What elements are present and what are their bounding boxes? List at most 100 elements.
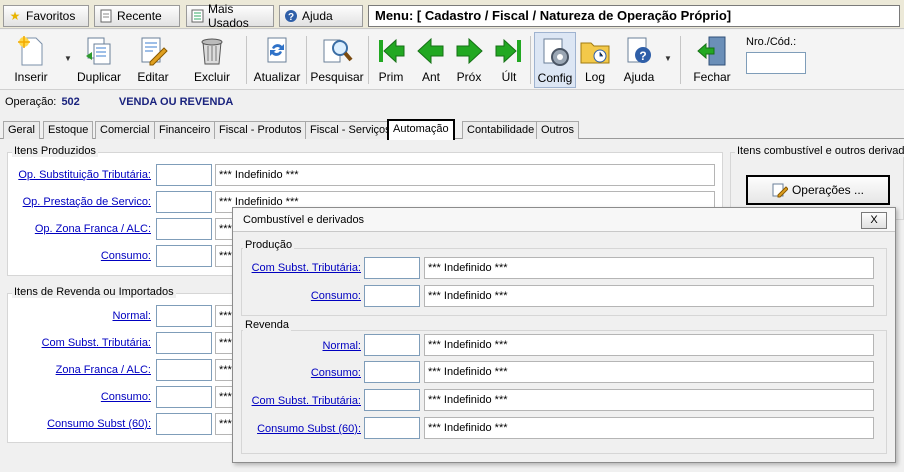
op-prestacao-link[interactable]: Op. Prestação de Servico: — [10, 196, 151, 208]
revenda-com-subst-link[interactable]: Com Subst. Tributária: — [241, 395, 361, 407]
tab-fiscal-servicos[interactable]: Fiscal - Serviços — [305, 121, 396, 139]
ajuda-toolbar-label: Ajuda — [623, 70, 655, 84]
ult-label: Últ — [501, 70, 517, 84]
inserir-label: Inserir — [14, 70, 48, 84]
operation-number: 502 — [61, 96, 80, 108]
tab-fiscal-produtos[interactable]: Fiscal - Produtos — [214, 121, 307, 139]
zona-franca-revenda-code-input[interactable] — [156, 359, 212, 381]
ajuda-top-label: Ajuda — [302, 9, 333, 23]
revenda-normal-code-input[interactable] — [364, 334, 420, 356]
revenda-consumo-code-input[interactable] — [364, 361, 420, 383]
consumo-subst-revenda-link[interactable]: Consumo Subst (60): — [10, 418, 151, 430]
producao-consumo-description: *** Indefinido *** — [424, 285, 874, 307]
op-substituicao-link[interactable]: Op. Substituição Tributária: — [10, 169, 151, 181]
excluir-button[interactable]: Excluir — [190, 32, 234, 88]
consumo-revenda-code-input[interactable] — [156, 386, 212, 408]
favoritos-button[interactable]: ★ Favoritos — [3, 5, 89, 27]
producao-com-subst-link[interactable]: Com Subst. Tributária: — [241, 262, 361, 274]
op-zona-franca-link[interactable]: Op. Zona Franca / ALC: — [10, 223, 151, 235]
operation-name: VENDA OU REVENDA — [118, 96, 234, 108]
tab-geral[interactable]: Geral — [3, 121, 40, 139]
recent-document-icon — [99, 9, 113, 23]
prox-button[interactable]: Próx — [452, 32, 486, 88]
inserir-button[interactable]: Inserir — [10, 32, 52, 88]
edit-pencil-icon — [772, 183, 788, 198]
nro-cod-input[interactable] — [746, 52, 806, 74]
tab-outros[interactable]: Outros — [536, 121, 580, 139]
last-record-icon — [495, 38, 521, 64]
recente-label: Recente — [117, 9, 162, 23]
fechar-label: Fechar — [693, 70, 731, 84]
tab-automacao[interactable]: Automação — [387, 119, 455, 140]
refresh-icon — [267, 37, 287, 63]
menu-title: Menu: [ Cadastro / Fiscal / Natureza de … — [368, 5, 900, 27]
toolbar-separator — [246, 36, 247, 84]
zona-franca-revenda-link[interactable]: Zona Franca / ALC: — [10, 364, 151, 376]
prox-label: Próx — [456, 70, 482, 84]
revenda-consumo-description: *** Indefinido *** — [424, 361, 874, 383]
op-prestacao-code-input[interactable] — [156, 191, 212, 213]
atualizar-button[interactable]: Atualizar — [254, 32, 300, 88]
new-document-icon — [18, 36, 43, 66]
revenda-consumo-subst-code-input[interactable] — [364, 417, 420, 439]
pesquisar-button[interactable]: Pesquisar — [310, 32, 364, 88]
ult-button[interactable]: Últ — [492, 32, 526, 88]
close-button[interactable]: X — [861, 212, 887, 229]
prim-button[interactable]: Prim — [374, 32, 408, 88]
toolbar-separator — [306, 36, 307, 84]
consumo-produzidos-code-input[interactable] — [156, 245, 212, 267]
itens-produzidos-title: Itens Produzidos — [12, 145, 98, 157]
operacoes-button[interactable]: Operações ... — [746, 175, 890, 205]
revenda-com-subst-code-input[interactable] — [364, 389, 420, 411]
inserir-dropdown-icon[interactable]: ▼ — [64, 54, 72, 63]
revenda-consumo-subst-description: *** Indefinido *** — [424, 417, 874, 439]
mais-usados-label: Mais Usados — [208, 2, 249, 30]
revenda-consumo-subst-link[interactable]: Consumo Subst (60): — [241, 423, 361, 435]
mais-usados-button[interactable]: Mais Usados — [186, 2, 274, 30]
log-button[interactable]: Log — [578, 32, 612, 88]
recente-button[interactable]: Recente — [94, 5, 180, 27]
editar-button[interactable]: Editar — [132, 32, 174, 88]
ajuda-top-button[interactable]: ? Ajuda — [279, 5, 363, 27]
trash-icon — [201, 38, 223, 65]
tab-contabilidade[interactable]: Contabilidade — [462, 121, 540, 139]
config-button[interactable]: Config — [534, 32, 576, 88]
tab-financeiro[interactable]: Financeiro — [154, 121, 216, 139]
op-zona-franca-code-input[interactable] — [156, 218, 212, 240]
op-substituicao-code-input[interactable] — [156, 164, 212, 186]
svg-text:?: ? — [639, 49, 646, 63]
ant-button[interactable]: Ant — [414, 32, 448, 88]
excluir-label: Excluir — [193, 70, 230, 84]
config-gear-icon — [543, 38, 569, 66]
consumo-revenda-link[interactable]: Consumo: — [10, 391, 151, 403]
help-icon: ? — [284, 9, 298, 23]
tab-bar: Geral Estoque Comercial Financeiro Fisca… — [0, 119, 904, 140]
normal-revenda-link[interactable]: Normal: — [10, 310, 151, 322]
first-record-icon — [379, 38, 405, 64]
nro-cod-label: Nro./Cód.: — [746, 36, 797, 48]
revenda-title: Revenda — [243, 319, 292, 331]
ajuda-dropdown-icon[interactable]: ▼ — [664, 54, 672, 63]
operacoes-label: Operações ... — [791, 183, 865, 197]
producao-com-subst-code-input[interactable] — [364, 257, 420, 279]
consumo-produzidos-link[interactable]: Consumo: — [10, 250, 151, 262]
normal-revenda-code-input[interactable] — [156, 305, 212, 327]
ajuda-toolbar-button[interactable]: ? Ajuda — [620, 32, 658, 88]
com-subst-revenda-code-input[interactable] — [156, 332, 212, 354]
producao-consumo-link[interactable]: Consumo: — [241, 290, 361, 302]
log-folder-icon — [580, 42, 610, 64]
tab-comercial[interactable]: Comercial — [95, 121, 155, 139]
top-bar: ★ Favoritos Recente Mais Usados ? Ajuda … — [0, 0, 904, 30]
combustivel-title: Itens combustível e outros derivad — [735, 145, 904, 157]
com-subst-revenda-link[interactable]: Com Subst. Tributária: — [10, 337, 151, 349]
prim-label: Prim — [378, 70, 404, 84]
fechar-button[interactable]: Fechar — [690, 32, 734, 88]
revenda-normal-link[interactable]: Normal: — [241, 340, 361, 352]
revenda-normal-description: *** Indefinido *** — [424, 334, 874, 356]
producao-consumo-code-input[interactable] — [364, 285, 420, 307]
consumo-subst-revenda-code-input[interactable] — [156, 413, 212, 435]
duplicar-button[interactable]: Duplicar — [76, 32, 122, 88]
revenda-consumo-link[interactable]: Consumo: — [241, 367, 361, 379]
next-record-icon — [456, 37, 483, 65]
tab-estoque[interactable]: Estoque — [43, 121, 94, 139]
